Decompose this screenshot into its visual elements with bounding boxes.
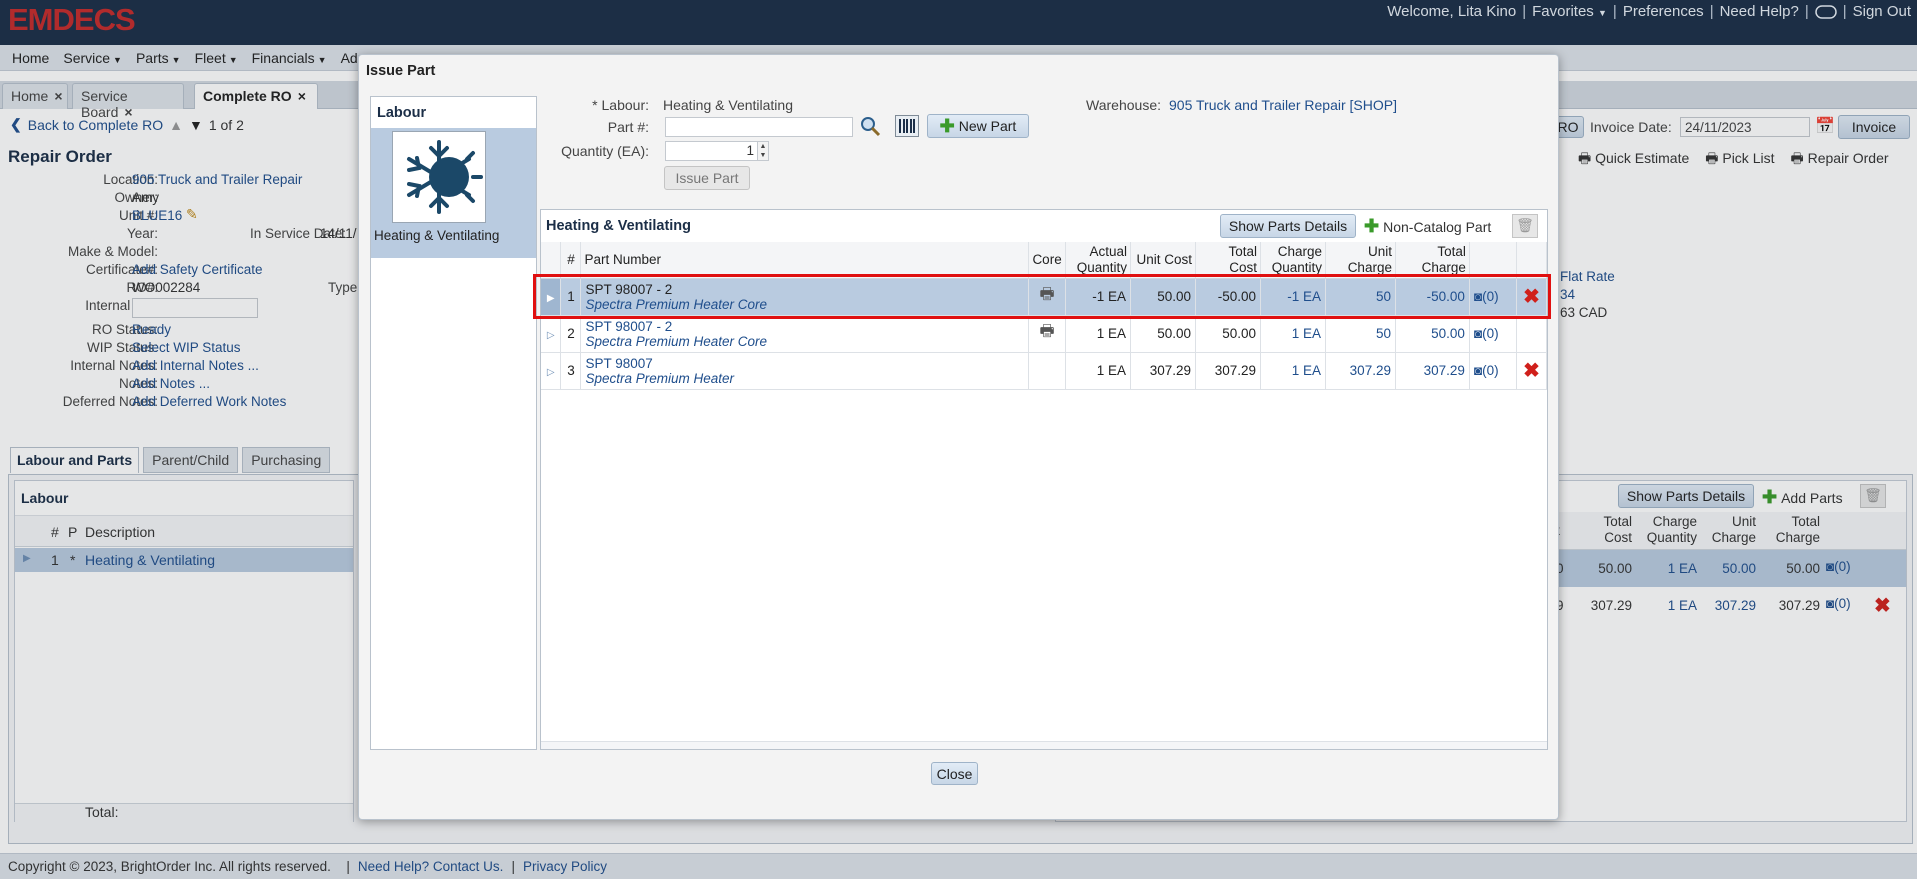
add-icon: ✚ [1364, 216, 1380, 236]
table-row[interactable]: ▷ 2 SPT 98007 - 2 Spectra Premium Heater … [541, 315, 1548, 353]
col-expander [541, 242, 562, 279]
expand-icon[interactable]: ▷ [547, 330, 555, 341]
table-row[interactable]: ▶ 1 SPT 98007 - 2 Spectra Premium Heater … [541, 278, 1548, 316]
trash-icon[interactable]: 🗑 [1512, 214, 1538, 238]
total-charge: -50.00 [1395, 278, 1470, 316]
row-num: 1 [560, 278, 582, 316]
barcode-icon[interactable] [895, 115, 919, 137]
total-cost: 50.00 [1195, 315, 1262, 353]
unit-charge[interactable]: 50 [1325, 315, 1396, 353]
part-cell[interactable]: SPT 98007 - 2 Spectra Premium Heater Core [580, 315, 1030, 353]
camera-icon[interactable]: ◙ [1474, 289, 1482, 304]
heating-ventilating-icon [392, 131, 486, 223]
part-number: SPT 98007 [585, 355, 653, 371]
unit-cost: 50.00 [1130, 315, 1197, 353]
delete-icon[interactable]: ✖ [1523, 360, 1540, 382]
part-cell[interactable]: SPT 98007 Spectra Premium Heater [580, 352, 1030, 390]
part-number: SPT 98007 - 2 [585, 318, 673, 334]
charge-qty[interactable]: -1 EA [1260, 278, 1326, 316]
col-delete [1516, 242, 1548, 279]
col-total-charge: Total Charge [1395, 242, 1470, 279]
col-charge-qty: Charge Quantity [1260, 242, 1326, 279]
row-num: 2 [560, 315, 582, 353]
labour-field-label: * Labour: [592, 97, 649, 113]
grid-title: Heating & Ventilating [546, 218, 692, 234]
part-number-label: Part #: [607, 119, 649, 135]
issue-part-dialog: Issue Part Labour Heating & Ventilating … [358, 54, 1559, 820]
labour-item-label: Heating & Ventilating [374, 228, 500, 243]
actual-qty: 1 EA [1065, 315, 1132, 353]
unit-cost: 50.00 [1130, 278, 1197, 316]
col-num: # [560, 242, 582, 279]
col-unit-charge: Unit Charge [1325, 242, 1396, 279]
unit-charge[interactable]: 50 [1325, 278, 1396, 316]
dialog-title: Issue Part [366, 63, 436, 79]
col-part-number: Part Number [580, 242, 1030, 279]
col-photos [1469, 242, 1517, 279]
warehouse-value[interactable]: 905 Truck and Trailer Repair [SHOP] [1169, 97, 1397, 113]
unit-cost: 307.29 [1130, 352, 1197, 390]
quantity-stepper[interactable]: ▲ ▼ [757, 141, 769, 161]
warehouse-label: Warehouse: [1086, 97, 1161, 113]
table-row[interactable]: ▷ 3 SPT 98007 Spectra Premium Heater 1 EA… [541, 352, 1548, 390]
close-button[interactable]: Close [931, 762, 978, 785]
unit-charge[interactable]: 307.29 [1325, 352, 1396, 390]
add-icon: ✚ [939, 115, 955, 136]
part-description: Spectra Premium Heater Core [585, 296, 768, 312]
camera-icon[interactable]: ◙ [1474, 363, 1482, 378]
quantity-label: Quantity (EA): [561, 143, 649, 159]
charge-qty[interactable]: 1 EA [1260, 352, 1326, 390]
part-description: Spectra Premium Heater [585, 370, 735, 386]
actual-qty: 1 EA [1065, 352, 1132, 390]
table-header: # Part Number Core Actual Quantity Unit … [541, 242, 1548, 279]
printer-icon[interactable]: 🖶 [1040, 323, 1055, 340]
total-charge: 50.00 [1395, 315, 1470, 353]
actual-qty: -1 EA [1065, 278, 1132, 316]
search-icon[interactable] [859, 115, 881, 137]
photos-cell[interactable]: ◙(0) [1469, 315, 1517, 353]
non-catalog-part-button[interactable]: ✚ Non-Catalog Part [1364, 216, 1491, 237]
delete-icon[interactable]: ✖ [1523, 286, 1540, 308]
part-number-input[interactable] [665, 117, 853, 137]
expand-icon[interactable]: ▷ [547, 367, 555, 378]
part-cell[interactable]: SPT 98007 - 2 Spectra Premium Heater Core [580, 278, 1030, 316]
issued-parts-grid: Heating & Ventilating Show Parts Details… [540, 209, 1548, 750]
col-unit-cost: Unit Cost [1130, 242, 1197, 279]
grid-footer [541, 741, 1547, 749]
photos-cell[interactable]: ◙(0) [1469, 278, 1517, 316]
col-core: Core [1028, 242, 1067, 279]
row-num: 3 [560, 352, 582, 390]
labour-panel: Labour Heating & Ventilating [370, 96, 537, 750]
total-charge: 307.29 [1395, 352, 1470, 390]
part-description: Spectra Premium Heater Core [585, 333, 768, 349]
col-actual-qty: Actual Quantity [1065, 242, 1132, 279]
charge-qty[interactable]: 1 EA [1260, 315, 1326, 353]
parts-table: # Part Number Core Actual Quantity Unit … [541, 242, 1548, 390]
camera-icon[interactable]: ◙ [1474, 326, 1482, 341]
part-number: SPT 98007 - 2 [585, 281, 673, 297]
printer-icon[interactable]: 🖶 [1040, 286, 1055, 303]
quantity-input[interactable]: 1 [665, 141, 761, 161]
show-parts-details-button[interactable]: Show Parts Details [1220, 214, 1356, 238]
total-cost: 307.29 [1195, 352, 1262, 390]
col-total-cost: Total Cost [1195, 242, 1262, 279]
photos-cell[interactable]: ◙(0) [1469, 352, 1517, 390]
total-cost: -50.00 [1195, 278, 1262, 316]
issue-part-button[interactable]: Issue Part [664, 166, 750, 190]
expand-icon[interactable]: ▶ [547, 293, 555, 304]
new-part-button[interactable]: ✚ New Part [927, 114, 1029, 138]
labour-field-value: Heating & Ventilating [663, 97, 793, 113]
